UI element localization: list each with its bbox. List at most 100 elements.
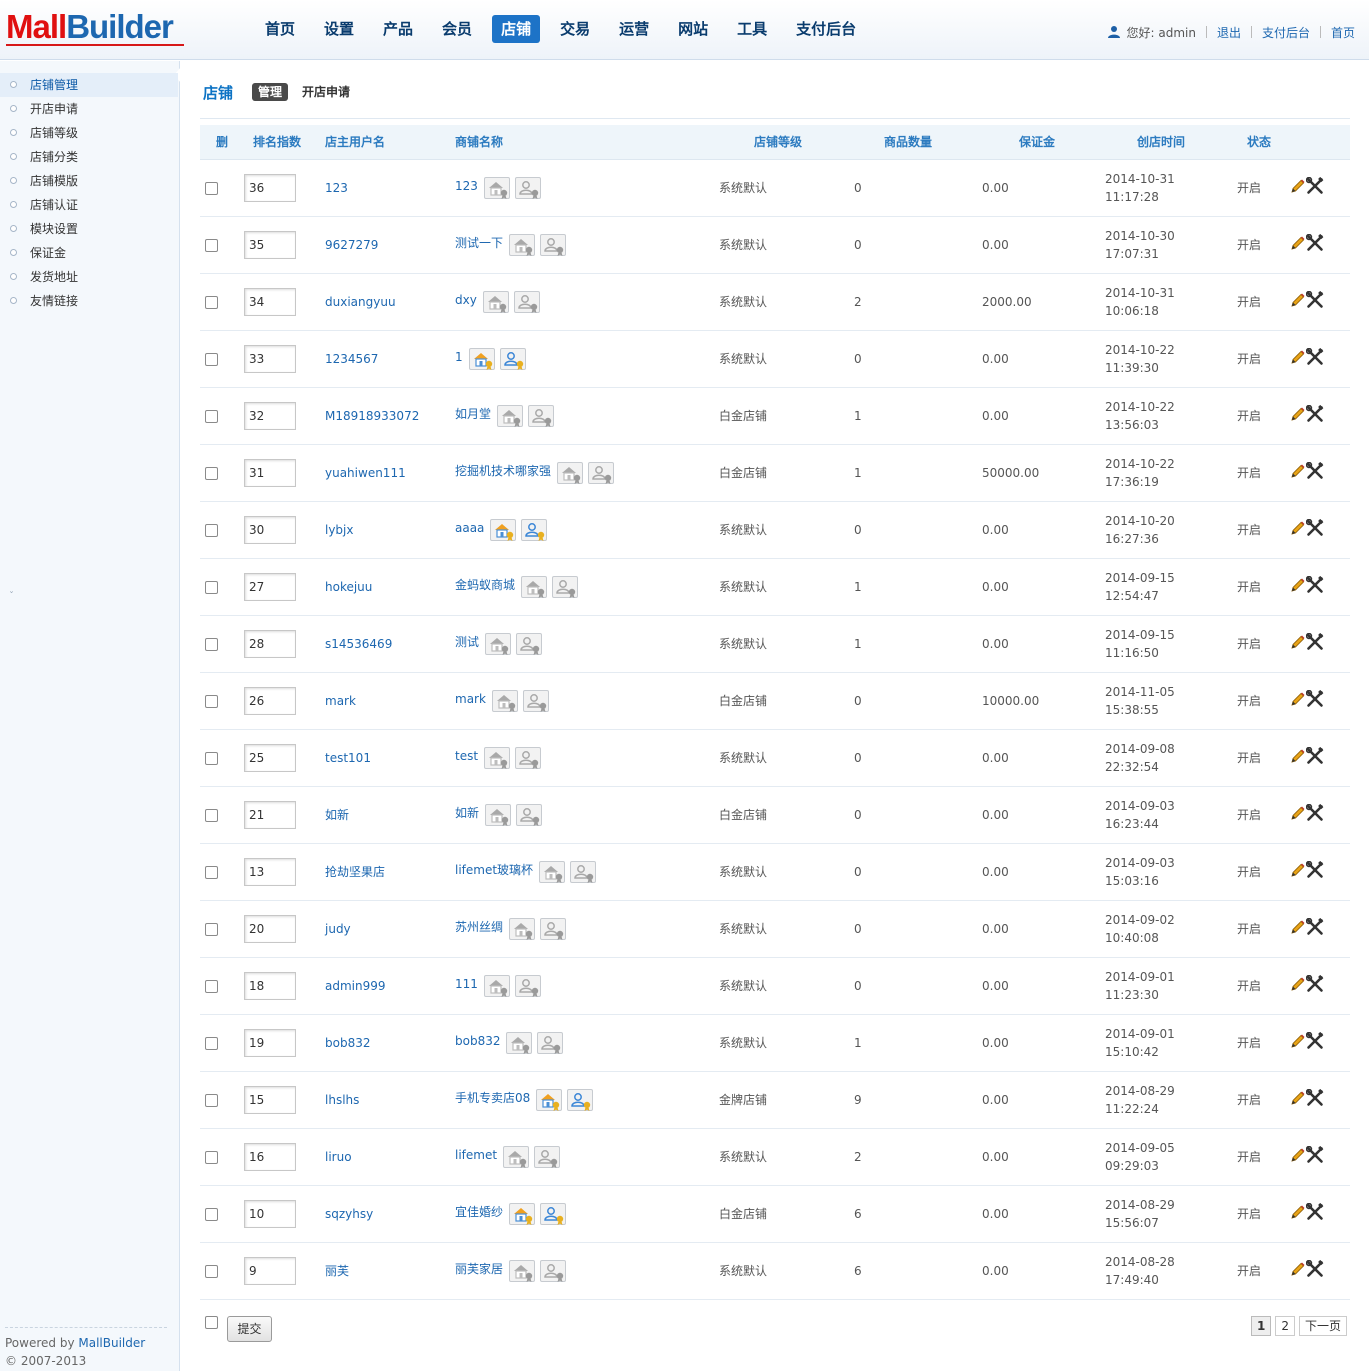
row-checkbox[interactable]	[205, 1150, 218, 1164]
owner-cert-icon[interactable]	[522, 689, 549, 712]
shop-name-link[interactable]: lifemet玻璃杯	[455, 861, 533, 878]
sidebar-collapse-toggle[interactable]: ˇ	[9, 591, 14, 602]
shop-name-link[interactable]: 111	[455, 977, 478, 991]
wrench-icon[interactable]	[1305, 1202, 1324, 1224]
pencil-icon[interactable]	[1289, 691, 1306, 711]
owner-cert-icon[interactable]	[540, 1259, 567, 1282]
store-cert-icon[interactable]	[509, 233, 536, 256]
nav-item[interactable]: 网站	[669, 15, 717, 43]
nav-item[interactable]: 会员	[433, 15, 481, 43]
sidebar-item[interactable]: 开店申请	[0, 97, 178, 121]
wrench-icon[interactable]	[1305, 176, 1324, 198]
wrench-icon[interactable]	[1305, 575, 1324, 597]
rank-input[interactable]: 16	[244, 1142, 296, 1171]
shop-name-link[interactable]: aaaa	[455, 521, 484, 535]
store-cert-icon[interactable]	[509, 1202, 536, 1225]
rank-input[interactable]: 21	[244, 800, 296, 829]
wrench-icon[interactable]	[1305, 1145, 1324, 1167]
owner-username-link[interactable]: admin999	[325, 979, 386, 993]
nav-item[interactable]: 交易	[551, 15, 599, 43]
shop-name-link[interactable]: 挖掘机技术哪家强	[455, 462, 551, 479]
shop-name-link[interactable]: test	[455, 749, 478, 763]
sidebar-item[interactable]: 友情链接	[0, 289, 178, 313]
rank-input[interactable]: 25	[244, 743, 296, 772]
nav-item[interactable]: 产品	[374, 15, 422, 43]
rank-input[interactable]: 33	[244, 344, 296, 373]
row-checkbox[interactable]	[205, 1264, 218, 1278]
rank-input[interactable]: 18	[244, 971, 296, 1000]
rank-input[interactable]: 26	[244, 686, 296, 715]
nav-item[interactable]: 支付后台	[787, 15, 865, 43]
owner-cert-icon[interactable]	[540, 1202, 567, 1225]
pencil-icon[interactable]	[1289, 178, 1306, 198]
payment-backend-link[interactable]: 支付后台	[1262, 24, 1310, 41]
pencil-icon[interactable]	[1289, 463, 1306, 483]
wrench-icon[interactable]	[1305, 290, 1324, 312]
owner-cert-icon[interactable]	[540, 233, 567, 256]
wrench-icon[interactable]	[1305, 632, 1324, 654]
rank-input[interactable]: 27	[244, 572, 296, 601]
select-all-checkbox[interactable]	[205, 1316, 218, 1329]
owner-username-link[interactable]: liruo	[325, 1150, 352, 1164]
submit-button[interactable]: 提交	[227, 1316, 272, 1342]
next-page-button[interactable]: 下一页	[1298, 1316, 1347, 1336]
rank-input[interactable]: 19	[244, 1028, 296, 1057]
pencil-icon[interactable]	[1289, 406, 1306, 426]
owner-username-link[interactable]: s14536469	[325, 637, 392, 651]
pencil-icon[interactable]	[1289, 862, 1306, 882]
owner-cert-icon[interactable]	[537, 1031, 564, 1054]
wrench-icon[interactable]	[1305, 917, 1324, 939]
pencil-icon[interactable]	[1289, 349, 1306, 369]
shop-name-link[interactable]: 如新	[455, 804, 479, 821]
shop-name-link[interactable]: 1	[455, 350, 463, 364]
mallbuilder-logo[interactable]: MallBuilder	[6, 8, 186, 48]
row-checkbox[interactable]	[205, 1036, 218, 1050]
owner-username-link[interactable]: 丽芙	[325, 1264, 349, 1278]
store-cert-icon[interactable]	[557, 461, 584, 484]
pencil-icon[interactable]	[1289, 976, 1306, 996]
store-cert-icon[interactable]	[497, 404, 524, 427]
pencil-icon[interactable]	[1289, 1204, 1306, 1224]
pencil-icon[interactable]	[1289, 748, 1306, 768]
row-checkbox[interactable]	[205, 523, 218, 537]
tab-shop-application[interactable]: 开店申请	[302, 83, 350, 101]
pencil-icon[interactable]	[1289, 577, 1306, 597]
owner-username-link[interactable]: test101	[325, 751, 371, 765]
pencil-icon[interactable]	[1289, 1261, 1306, 1281]
sidebar-item[interactable]: 店铺等级	[0, 121, 178, 145]
owner-username-link[interactable]: mark	[325, 694, 356, 708]
row-checkbox[interactable]	[205, 1093, 218, 1107]
shop-name-link[interactable]: lifemet	[455, 1148, 497, 1162]
rank-input[interactable]: 35	[244, 230, 296, 259]
owner-username-link[interactable]: 123	[325, 181, 348, 195]
wrench-icon[interactable]	[1305, 518, 1324, 540]
row-checkbox[interactable]	[205, 1207, 218, 1221]
owner-cert-icon[interactable]	[567, 1088, 594, 1111]
owner-username-link[interactable]: sqzyhsy	[325, 1207, 373, 1221]
owner-username-link[interactable]: duxiangyuu	[325, 295, 396, 309]
pencil-icon[interactable]	[1289, 1033, 1306, 1053]
row-checkbox[interactable]	[205, 409, 218, 423]
owner-cert-icon[interactable]	[552, 575, 579, 598]
store-cert-icon[interactable]	[521, 575, 548, 598]
home-link[interactable]: 首页	[1331, 24, 1355, 41]
store-cert-icon[interactable]	[506, 1031, 533, 1054]
owner-username-link[interactable]: 1234567	[325, 352, 378, 366]
tab-manage[interactable]: 管理	[252, 83, 289, 101]
rank-input[interactable]: 34	[244, 287, 296, 316]
rank-input[interactable]: 15	[244, 1085, 296, 1114]
store-cert-icon[interactable]	[503, 1145, 530, 1168]
wrench-icon[interactable]	[1305, 347, 1324, 369]
shop-name-link[interactable]: 苏州丝绸	[455, 918, 503, 935]
store-cert-icon[interactable]	[485, 632, 512, 655]
owner-username-link[interactable]: 抢劫坚果店	[325, 865, 385, 879]
rank-input[interactable]: 28	[244, 629, 296, 658]
sidebar-item[interactable]: 店铺模版	[0, 169, 178, 193]
row-checkbox[interactable]	[205, 181, 218, 195]
pencil-icon[interactable]	[1289, 805, 1306, 825]
owner-cert-icon[interactable]	[513, 290, 540, 313]
nav-item[interactable]: 运营	[610, 15, 658, 43]
row-checkbox[interactable]	[205, 466, 218, 480]
rank-input[interactable]: 20	[244, 914, 296, 943]
pencil-icon[interactable]	[1289, 292, 1306, 312]
